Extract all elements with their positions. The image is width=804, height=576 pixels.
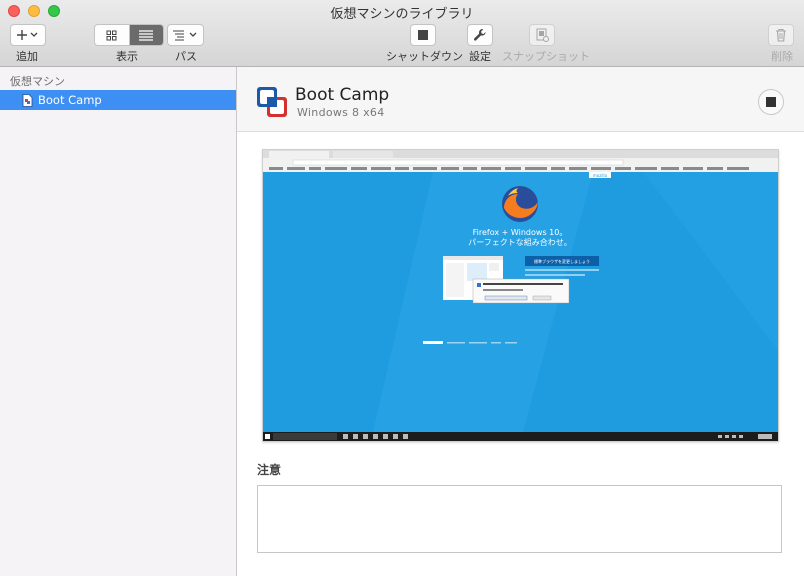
snapshot-button[interactable]: [529, 24, 555, 46]
headline-2: パーフェクトな組み合わせ。: [468, 237, 572, 247]
plus-icon: [17, 30, 38, 40]
trash-icon: [776, 28, 786, 42]
delete-button[interactable]: [768, 24, 794, 46]
vm-document-icon: [22, 93, 33, 107]
add-button[interactable]: [10, 24, 46, 46]
list-icon: [139, 29, 154, 41]
sidebar-section-title: 仮想マシン: [10, 75, 65, 88]
settings-label: 設定: [469, 50, 491, 63]
headline-1: Firefox + Windows 10。: [473, 228, 568, 237]
add-label: 追加: [16, 50, 38, 63]
vm-os: Windows 8 x64: [297, 106, 385, 119]
shutdown-label: シャットダウン: [386, 50, 463, 63]
list-view-button[interactable]: [128, 25, 163, 45]
snapshot-icon: [536, 28, 549, 42]
view-mode-segmented[interactable]: [94, 24, 164, 46]
sidebar: 仮想マシン Boot Camp: [0, 67, 237, 576]
toolbar: 仮想マシンのライブラリ 追加 表示 パス シャットダウン 設定 スナップショット…: [0, 0, 804, 67]
stop-vm-button[interactable]: [758, 89, 784, 115]
brand-badge: mozilla: [593, 173, 608, 178]
sidebar-item-label: Boot Camp: [38, 93, 102, 107]
delete-label: 削除: [771, 50, 793, 63]
wrench-icon: [473, 29, 486, 41]
grid-icon: [106, 30, 117, 40]
grid-view-button[interactable]: [95, 25, 129, 45]
snapshot-label: スナップショット: [502, 50, 590, 63]
path-button[interactable]: [167, 24, 204, 46]
notes-textarea[interactable]: [257, 485, 782, 553]
sidebar-item-boot-camp[interactable]: Boot Camp: [0, 90, 236, 110]
vm-name: Boot Camp: [295, 85, 390, 105]
notes-title: 注意: [257, 463, 282, 477]
vmware-fusion-logo-icon: [257, 87, 287, 117]
view-label: 表示: [116, 50, 138, 63]
vm-header: Boot Camp Windows 8 x64: [237, 67, 804, 132]
window-title: 仮想マシンのライブラリ: [330, 7, 474, 22]
shutdown-button[interactable]: [410, 24, 436, 46]
stop-icon: [418, 30, 428, 40]
path-menu-icon: [172, 30, 196, 41]
vm-library-window: 仮想マシンのライブラリ 追加 表示 パス シャットダウン 設定 スナップショット…: [0, 0, 804, 576]
settings-button[interactable]: [467, 24, 493, 46]
path-label: パス: [175, 50, 197, 63]
vm-detail-pane: Boot Camp Windows 8 x64 mozilla Firefox …: [237, 67, 804, 576]
vm-screenshot-preview[interactable]: mozilla Firefox + Windows 10。 パーフェクトな組み合…: [262, 149, 779, 442]
guest-desktop-image: mozilla Firefox + Windows 10。 パーフェクトな組み合…: [263, 150, 778, 441]
stop-icon: [766, 97, 776, 107]
cta-button: 標準ブラウザを変更しましょう: [534, 258, 590, 264]
